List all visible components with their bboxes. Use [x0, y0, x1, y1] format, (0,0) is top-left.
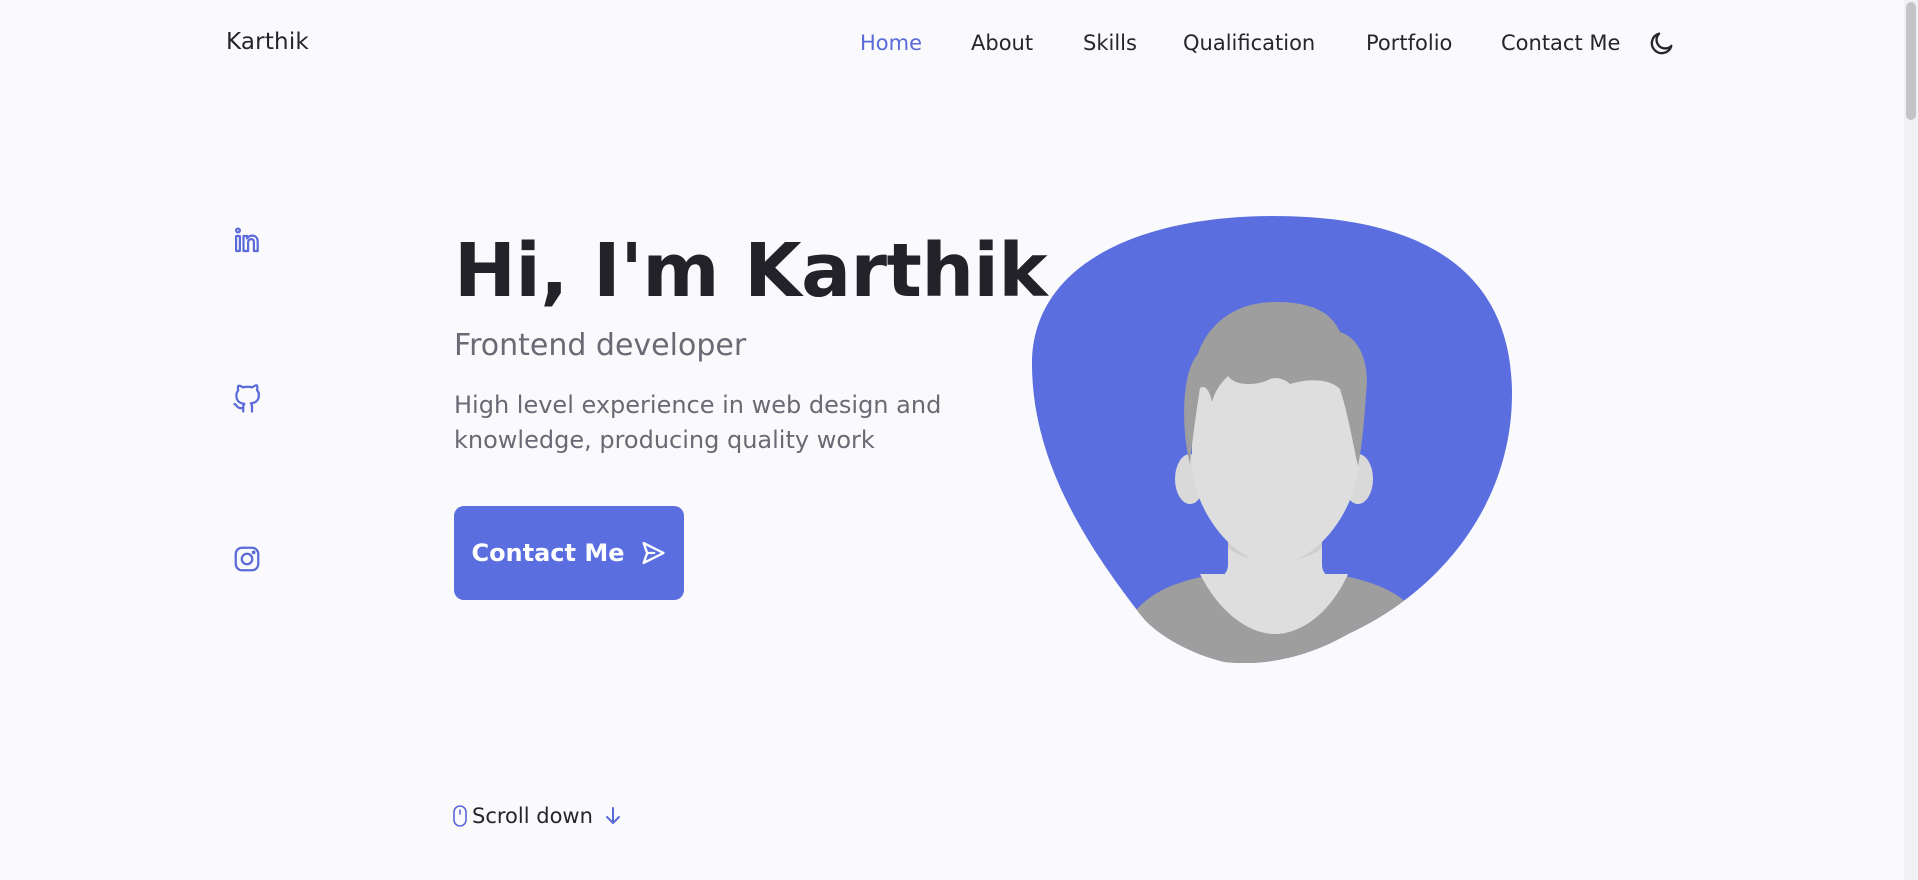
- nav-contact-me[interactable]: Contact Me: [1501, 31, 1620, 55]
- mouse-icon: [453, 805, 467, 827]
- profile-avatar: [1030, 214, 1516, 666]
- contact-me-button[interactable]: Contact Me: [454, 506, 684, 600]
- arrow-down-icon: [605, 807, 620, 824]
- send-icon: [642, 541, 665, 565]
- github-icon[interactable]: [232, 384, 262, 414]
- instagram-icon[interactable]: [232, 544, 262, 574]
- scroll-down-label: Scroll down: [472, 804, 593, 828]
- linkedin-icon[interactable]: [232, 226, 262, 256]
- header: Karthik Home About Skills Qualification …: [0, 0, 1904, 88]
- scroll-down-link[interactable]: Scroll down: [452, 804, 625, 828]
- moon-icon[interactable]: [1648, 29, 1676, 57]
- contact-me-button-label: Contact Me: [471, 539, 625, 567]
- hero-title: Hi, I'm Karthik: [454, 228, 1048, 314]
- hero-subtitle: Frontend developer: [454, 328, 747, 363]
- page-scrollbar[interactable]: [1904, 0, 1918, 880]
- nav-portfolio[interactable]: Portfolio: [1366, 31, 1452, 55]
- nav-skills[interactable]: Skills: [1083, 31, 1137, 55]
- nav-about[interactable]: About: [971, 31, 1033, 55]
- hero-description: High level experience in web design and …: [454, 391, 942, 454]
- nav-home[interactable]: Home: [860, 31, 922, 55]
- logo[interactable]: Karthik: [226, 29, 309, 55]
- nav-qualification[interactable]: Qualification: [1183, 31, 1315, 55]
- scrollbar-thumb[interactable]: [1906, 2, 1916, 120]
